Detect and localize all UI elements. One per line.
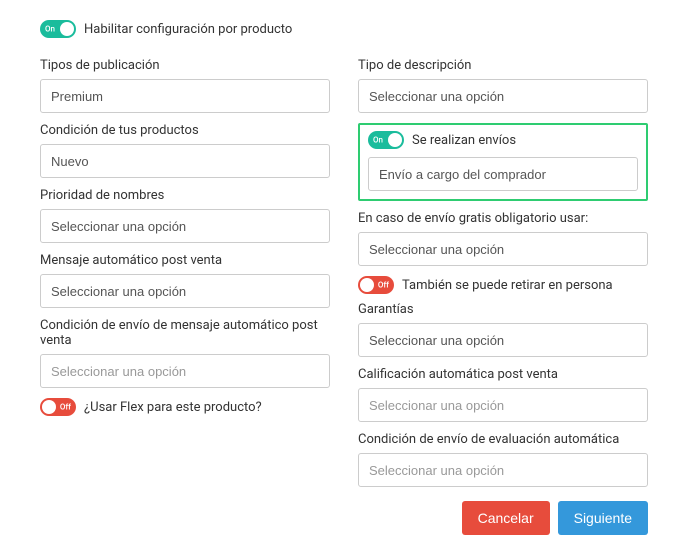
publication-types-label: Tipos de publicación	[40, 58, 330, 73]
free-shipping-fallback-select[interactable]: Seleccionar una opción	[358, 232, 648, 266]
auto-message-label: Mensaje automático post venta	[40, 253, 330, 268]
shipping-toggle-label: Se realizan envíos	[412, 133, 516, 148]
left-column: Tipos de publicación Premium Condición d…	[40, 58, 330, 535]
toggle-on-text: On	[45, 25, 55, 34]
auto-eval-condition-label: Condición de envío de evaluación automát…	[358, 432, 648, 447]
pickup-toggle[interactable]: Off	[358, 276, 394, 294]
shipping-highlight-box: On Se realizan envíos Envío a cargo del …	[358, 123, 648, 201]
publication-types-select[interactable]: Premium	[40, 79, 330, 113]
auto-message-condition-label: Condición de envío de mensaje automático…	[40, 318, 330, 348]
use-flex-toggle[interactable]: Off	[40, 398, 76, 416]
toggle-off-text: Off	[60, 403, 71, 412]
auto-message-condition-select[interactable]: Seleccionar una opción	[40, 354, 330, 388]
right-column: Tipo de descripción Seleccionar una opci…	[358, 58, 648, 535]
product-condition-select[interactable]: Nuevo	[40, 144, 330, 178]
pickup-toggle-label: También se puede retirar en persona	[402, 278, 613, 293]
next-button[interactable]: Siguiente	[558, 501, 648, 535]
name-priority-label: Prioridad de nombres	[40, 188, 330, 203]
use-flex-label: ¿Usar Flex para este producto?	[84, 400, 262, 415]
cancel-button[interactable]: Cancelar	[462, 501, 550, 535]
auto-rating-select[interactable]: Seleccionar una opción	[358, 388, 648, 422]
product-condition-label: Condición de tus productos	[40, 123, 330, 138]
enable-product-config-label: Habilitar configuración por producto	[84, 22, 292, 37]
shipping-toggle[interactable]: On	[368, 131, 404, 149]
free-shipping-fallback-label: En caso de envío gratis obligatorio usar…	[358, 211, 648, 226]
name-priority-select[interactable]: Seleccionar una opción	[40, 209, 330, 243]
enable-product-config-toggle[interactable]: On	[40, 20, 76, 38]
warranties-select[interactable]: Seleccionar una opción	[358, 323, 648, 357]
toggle-off-text: Off	[378, 281, 389, 290]
auto-eval-condition-select[interactable]: Seleccionar una opción	[358, 453, 648, 487]
auto-message-select[interactable]: Seleccionar una opción	[40, 274, 330, 308]
shipping-cost-select[interactable]: Envío a cargo del comprador	[368, 157, 638, 191]
auto-rating-label: Calificación automática post venta	[358, 367, 648, 382]
description-type-select[interactable]: Seleccionar una opción	[358, 79, 648, 113]
toggle-on-text: On	[373, 136, 383, 145]
warranties-label: Garantías	[358, 302, 648, 317]
description-type-label: Tipo de descripción	[358, 58, 648, 73]
